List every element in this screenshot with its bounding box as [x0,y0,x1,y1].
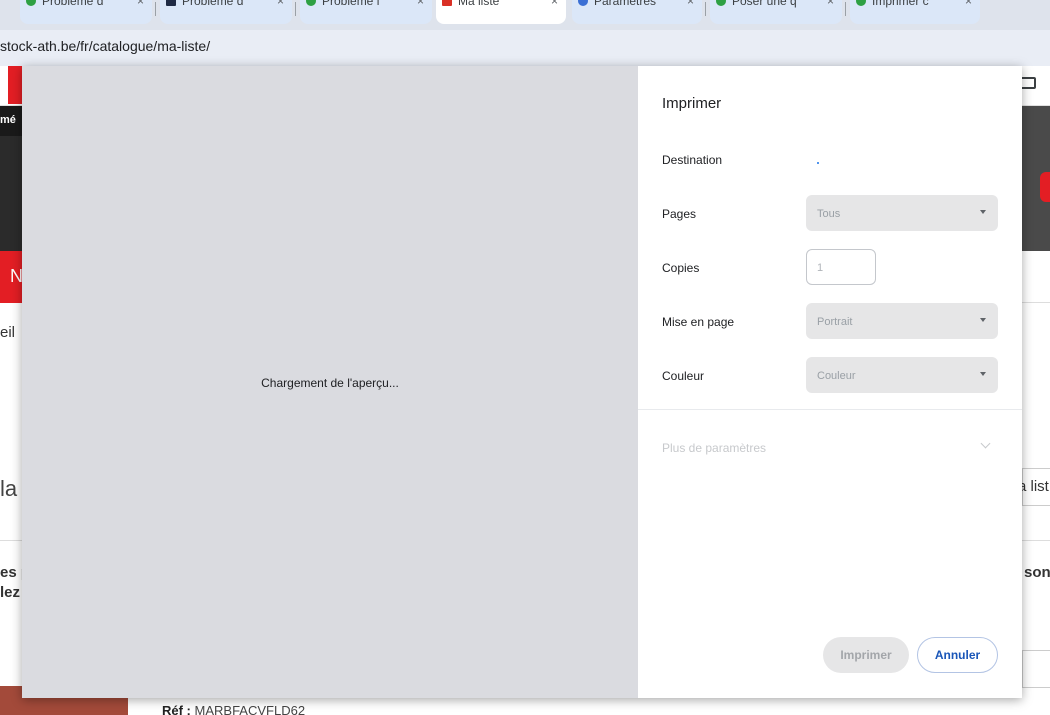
pages-label: Pages [662,207,697,221]
caret-down-icon [980,318,986,322]
favicon-icon [166,0,176,6]
site-list-text: a list [1018,478,1049,495]
dialog-title: Imprimer [662,95,722,112]
browser-tab[interactable]: Problème d × [20,0,152,24]
tab-label: Poser une q [732,0,797,8]
destination-label: Destination [662,153,723,167]
browser-tab[interactable]: Poser une q × [710,0,842,24]
product-ref-value: MARBFACVFLD62 [194,703,306,715]
divider [1022,540,1050,541]
layout-select[interactable]: Portrait [806,303,998,339]
tab-separator [705,2,706,16]
layout-value: Portrait [817,316,853,328]
preview-loading-text: Chargement de l'aperçu... [261,376,399,390]
browser-tab-active[interactable]: Ma liste × [436,0,566,24]
print-button[interactable]: Imprimer [823,637,909,673]
tab-label: Problème l [322,0,380,8]
destination-select[interactable] [817,162,819,164]
close-icon[interactable]: × [965,0,972,8]
site-text-fragment: son [1024,564,1050,581]
print-dialog: Chargement de l'aperçu... Imprimer Desti… [22,66,1022,698]
tab-label: Paramètres [594,0,657,8]
browser-tab-strip: Problème d × Problème d × Problème l × M… [0,0,1050,30]
settings-divider [638,409,1022,410]
close-icon[interactable]: × [687,0,694,8]
caret-down-icon [980,372,986,376]
tab-separator [155,2,156,16]
gear-icon [578,0,588,6]
favicon-icon [442,0,452,6]
folder-icon[interactable] [1020,77,1036,89]
pages-select[interactable]: Tous [806,195,998,231]
close-icon[interactable]: × [277,0,284,8]
chevron-down-icon[interactable] [980,438,991,449]
browser-tab[interactable]: Paramètres × [572,0,702,24]
copies-input[interactable]: 1 [806,249,876,285]
layout-label: Mise en page [662,315,735,329]
divider [0,540,22,541]
browser-tab[interactable]: Problème l × [300,0,432,24]
tab-separator [845,2,846,16]
copies-label: Copies [662,261,700,275]
product-ref: Réf : MARBFACVFLD62 [162,703,305,715]
site-badge-icon [1040,172,1050,202]
color-value: Couleur [817,370,856,382]
print-settings-panel: Imprimer Destination Pages Tous Copies 1… [638,66,1022,698]
favicon-icon [716,0,726,6]
print-preview-pane: Chargement de l'aperçu... [22,66,638,698]
divider [1022,302,1050,303]
site-top-text: mé [0,114,16,126]
pages-value: Tous [817,208,841,220]
close-icon[interactable]: × [551,0,558,8]
tab-separator [295,2,296,16]
caret-down-icon [980,210,986,214]
close-icon[interactable]: × [417,0,424,8]
close-icon[interactable]: × [137,0,144,8]
browser-tab[interactable]: Problème d × [160,0,292,24]
color-select[interactable]: Couleur [806,357,998,393]
product-ref-label: Réf : [162,703,191,715]
browser-tab[interactable]: Imprimer c × [850,0,980,24]
favicon-icon [306,0,316,6]
color-label: Couleur [662,369,705,383]
page-title: la [0,476,18,501]
site-text-fragment: lez [0,584,21,601]
close-icon[interactable]: × [827,0,834,8]
more-settings-toggle[interactable]: Plus de paramètres [662,441,766,455]
site-quantity-box[interactable] [1022,650,1050,688]
favicon-icon [856,0,866,6]
tab-label: Problème d [42,0,104,8]
tab-label: Problème d [182,0,244,8]
tab-label: Imprimer c [872,0,929,8]
breadcrumb[interactable]: eil [0,324,15,341]
favicon-icon [26,0,36,6]
cancel-button[interactable]: Annuler [917,637,998,673]
url-text[interactable]: stock-ath.be/fr/catalogue/ma-liste/ [0,38,210,54]
address-bar[interactable]: stock-ath.be/fr/catalogue/ma-liste/ [0,30,1050,66]
site-logo[interactable] [8,66,22,104]
tab-label: Ma liste [458,0,500,8]
